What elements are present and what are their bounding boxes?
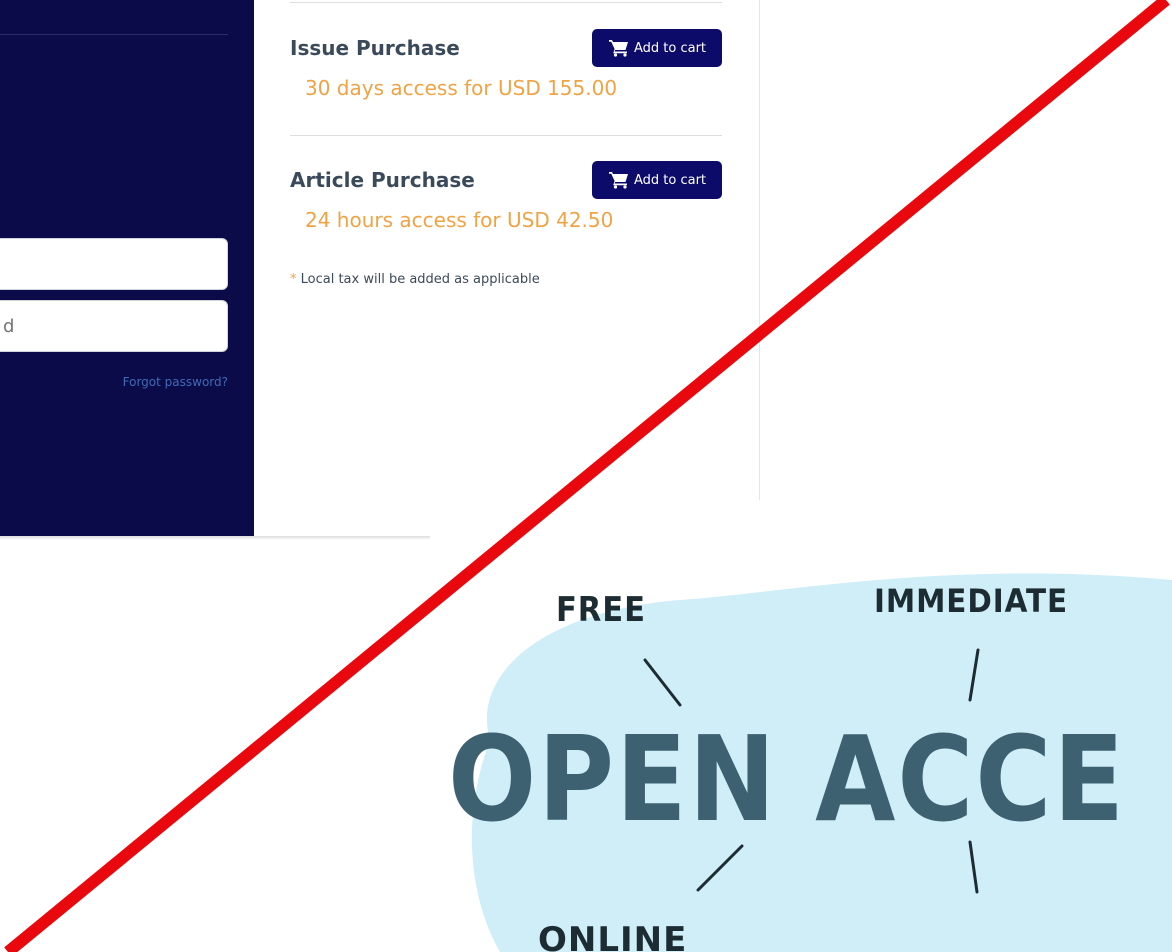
open-access-illustration: FREE IMMEDIATE OPEN ACCE ONLINE xyxy=(430,500,1172,952)
login-panel: Forgot password? xyxy=(0,0,254,536)
article-add-to-cart-button[interactable]: Add to cart xyxy=(592,161,722,199)
divider xyxy=(290,135,722,136)
add-to-cart-label: Add to cart xyxy=(633,172,707,188)
panel-shadow xyxy=(0,536,430,540)
free-label: FREE xyxy=(556,590,646,630)
forgot-password-link[interactable]: Forgot password? xyxy=(123,375,228,389)
shopping-cart-icon xyxy=(608,172,628,189)
purchase-panel: Issue Purchase Add to cart 30 days acces… xyxy=(254,0,760,500)
issue-price: 30 days access for USD 155.00 xyxy=(305,76,618,100)
login-divider xyxy=(0,34,228,35)
issue-purchase-title: Issue Purchase xyxy=(290,36,460,60)
password-field[interactable] xyxy=(0,300,228,352)
issue-add-to-cart-button[interactable]: Add to cart xyxy=(592,29,722,67)
tax-note: * Local tax will be added as applicable xyxy=(290,272,540,287)
divider xyxy=(290,2,722,3)
username-field[interactable] xyxy=(0,238,228,290)
add-to-cart-label: Add to cart xyxy=(633,40,707,56)
open-access-title: OPEN ACCE xyxy=(448,710,1126,848)
article-price: 24 hours access for USD 42.50 xyxy=(305,208,614,232)
immediate-label: IMMEDIATE xyxy=(874,582,1069,620)
article-purchase-title: Article Purchase xyxy=(290,168,475,192)
online-label: ONLINE xyxy=(538,920,688,952)
tax-note-text: Local tax will be added as applicable xyxy=(296,272,540,287)
shopping-cart-icon xyxy=(608,40,628,57)
